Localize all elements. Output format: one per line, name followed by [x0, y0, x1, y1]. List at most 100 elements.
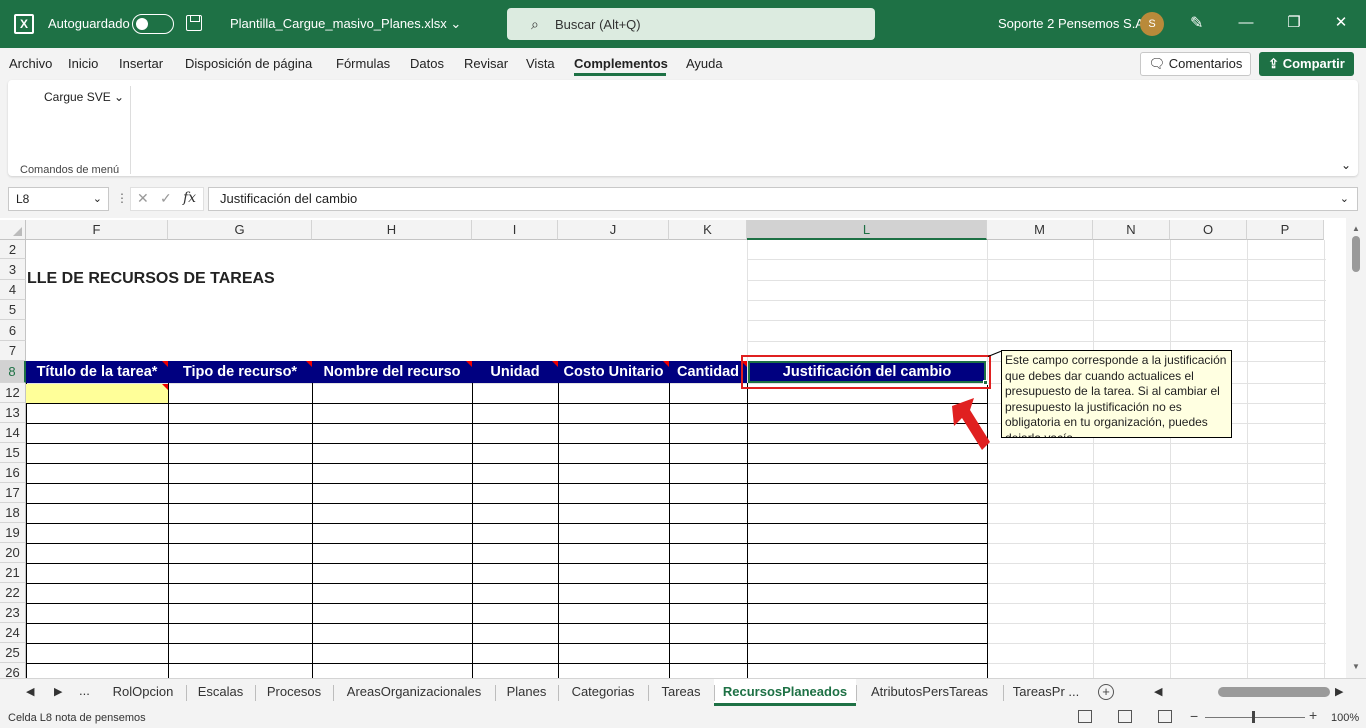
- sheet-tab-procesos[interactable]: Procesos: [255, 679, 333, 706]
- search-box[interactable]: ⌕ Buscar (Alt+Q): [507, 8, 875, 40]
- tab-insertar[interactable]: Insertar: [119, 56, 163, 71]
- save-icon[interactable]: [186, 15, 202, 31]
- spreadsheet-grid[interactable]: FGHIJKLMNOP 2 3 4 5 6 7 8 12 13 14 15 16 17 18 19 20 21 2…: [0, 218, 1366, 678]
- row-header-14[interactable]: 14: [0, 423, 26, 443]
- column-header-p[interactable]: P: [1247, 220, 1324, 240]
- next-sheet-icon[interactable]: ▶: [54, 685, 62, 698]
- zoom-in-button[interactable]: +: [1309, 707, 1317, 723]
- expand-formula-icon[interactable]: ⌄: [1340, 188, 1349, 210]
- fill-handle[interactable]: [983, 380, 988, 385]
- user-name[interactable]: Soporte 2 Pensemos S.A.: [998, 16, 1148, 31]
- tab-archivo[interactable]: Archivo: [9, 56, 52, 71]
- fx-icon[interactable]: fx: [183, 190, 196, 206]
- hscroll-left-icon[interactable]: ◀: [1154, 685, 1162, 698]
- sheet-tab-rolopcion[interactable]: RolOpcion: [100, 679, 186, 706]
- row-header-8[interactable]: 8: [0, 361, 26, 383]
- header-cell-h[interactable]: Nombre del recurso: [312, 361, 472, 383]
- tab-formulas[interactable]: Fórmulas: [336, 56, 390, 71]
- tab-complementos[interactable]: Complementos: [574, 56, 668, 71]
- tab-revisar[interactable]: Revisar: [464, 56, 508, 71]
- column-header-l[interactable]: L: [747, 220, 987, 240]
- row-header-20[interactable]: 20: [0, 543, 26, 563]
- header-cell-k[interactable]: Cantidad: [669, 361, 747, 383]
- column-header-j[interactable]: J: [558, 220, 669, 240]
- column-header-g[interactable]: G: [168, 220, 312, 240]
- horizontal-scroll-thumb[interactable]: [1218, 687, 1330, 697]
- column-header-n[interactable]: N: [1093, 220, 1170, 240]
- sheet-tab-planes[interactable]: Planes: [495, 679, 558, 706]
- more-sheets-icon[interactable]: ...: [79, 683, 90, 698]
- row-header-24[interactable]: 24: [0, 623, 26, 643]
- column-header-m[interactable]: M: [987, 220, 1093, 240]
- tab-vista[interactable]: Vista: [526, 56, 555, 71]
- row-header-26[interactable]: 26: [0, 663, 26, 678]
- sheet-tab-tareaspr-[interactable]: TareasPr ...: [1003, 679, 1089, 706]
- header-cell-i[interactable]: Unidad: [472, 361, 558, 383]
- cancel-icon[interactable]: ✕: [137, 190, 149, 207]
- sheet-tab-recursosplaneados[interactable]: RecursosPlaneados: [714, 679, 856, 706]
- sheet-tab-areasorganizacionales[interactable]: AreasOrganizacionales: [333, 679, 495, 706]
- row-header-5[interactable]: 5: [0, 300, 26, 320]
- row-header-2[interactable]: 2: [0, 240, 26, 259]
- row-header-18[interactable]: 18: [0, 503, 26, 523]
- row-header-4[interactable]: 4: [0, 280, 26, 300]
- tab-ayuda[interactable]: Ayuda: [686, 56, 723, 71]
- row-header-6[interactable]: 6: [0, 320, 26, 341]
- row-header-16[interactable]: 16: [0, 463, 26, 483]
- close-button[interactable]: ✕: [1326, 10, 1356, 36]
- hscroll-right-icon[interactable]: ▶: [1335, 685, 1343, 698]
- row-header-15[interactable]: 15: [0, 443, 26, 463]
- page-layout-icon[interactable]: [1118, 710, 1132, 723]
- page-break-icon[interactable]: [1158, 710, 1172, 723]
- sheet-tab-tareas[interactable]: Tareas: [648, 679, 714, 706]
- column-header-i[interactable]: I: [472, 220, 558, 240]
- tab-disposicion[interactable]: Disposición de página: [185, 56, 312, 71]
- avatar[interactable]: S: [1140, 12, 1164, 36]
- formula-input[interactable]: Justificación del cambio ⌄: [208, 187, 1358, 211]
- zoom-level[interactable]: 100%: [1331, 712, 1359, 724]
- minimize-button[interactable]: —: [1231, 10, 1261, 36]
- prev-sheet-icon[interactable]: ◀: [26, 685, 34, 698]
- row-header-17[interactable]: 17: [0, 483, 26, 503]
- row-header-23[interactable]: 23: [0, 603, 26, 623]
- column-header-k[interactable]: K: [669, 220, 747, 240]
- enter-icon[interactable]: ✓: [160, 190, 172, 207]
- row-header-3[interactable]: 3: [0, 259, 26, 280]
- row-header-22[interactable]: 22: [0, 583, 26, 603]
- tab-datos[interactable]: Datos: [410, 56, 444, 71]
- header-cell-f[interactable]: Título de la tarea*: [26, 361, 168, 383]
- name-box[interactable]: L8 ⌄: [8, 187, 109, 211]
- cargue-sve-button[interactable]: Cargue SVE ⌄: [44, 90, 124, 104]
- scroll-down-icon[interactable]: ▼: [1352, 662, 1360, 671]
- ribbon-collapse-icon[interactable]: ⌄: [1341, 158, 1351, 172]
- vertical-scrollbar[interactable]: ▲ ▼: [1346, 218, 1366, 678]
- sheet-tab-atributosperstareas[interactable]: AtributosPersTareas: [856, 679, 1003, 706]
- row-header-7[interactable]: 7: [0, 341, 26, 361]
- selected-cell-l8[interactable]: Justificación del cambio: [748, 361, 986, 383]
- pen-icon[interactable]: ✎: [1190, 13, 1203, 33]
- tab-inicio[interactable]: Inicio: [68, 56, 98, 71]
- share-button[interactable]: ⇪ Compartir: [1259, 52, 1354, 76]
- column-header-f[interactable]: F: [26, 220, 168, 240]
- chevron-down-icon[interactable]: ⌄: [93, 188, 102, 210]
- row-header-12[interactable]: 12: [0, 383, 26, 403]
- zoom-knob[interactable]: [1252, 711, 1255, 723]
- select-all-corner[interactable]: [0, 220, 26, 240]
- header-cell-j[interactable]: Costo Unitario: [558, 361, 669, 383]
- row-header-21[interactable]: 21: [0, 563, 26, 583]
- restore-button[interactable]: ❐: [1279, 10, 1309, 36]
- sheet-tab-categorias[interactable]: Categorias: [558, 679, 648, 706]
- sheet-tab-escalas[interactable]: Escalas: [186, 679, 255, 706]
- autosave-toggle[interactable]: [132, 14, 174, 34]
- column-header-o[interactable]: O: [1170, 220, 1247, 240]
- add-sheet-icon[interactable]: +: [1098, 684, 1114, 700]
- file-name[interactable]: Plantilla_Cargue_masivo_Planes.xlsx ⌄: [230, 16, 461, 32]
- zoom-slider[interactable]: [1205, 717, 1305, 718]
- comments-button[interactable]: 🗨 Comentarios: [1140, 52, 1251, 76]
- header-cell-g[interactable]: Tipo de recurso*: [168, 361, 312, 383]
- normal-view-icon[interactable]: [1078, 710, 1092, 723]
- row-header-19[interactable]: 19: [0, 523, 26, 543]
- scroll-up-icon[interactable]: ▲: [1352, 224, 1360, 233]
- column-header-h[interactable]: H: [312, 220, 472, 240]
- input-cell-f12[interactable]: [26, 384, 168, 403]
